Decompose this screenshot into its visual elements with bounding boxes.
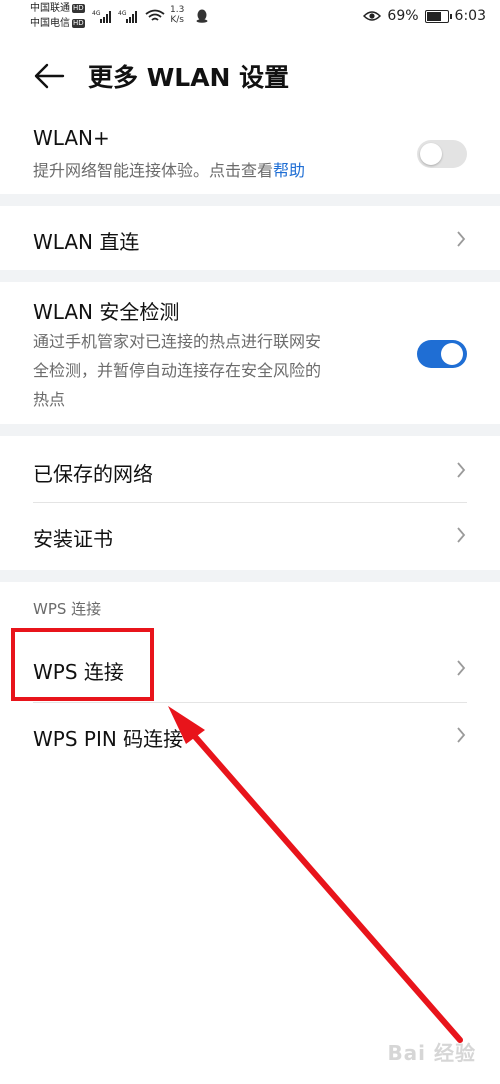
chevron-right-icon: [457, 231, 466, 247]
wps-section-header: WPS 连接: [33, 600, 102, 618]
svg-text:4G: 4G: [92, 10, 101, 17]
wlan-security-subtitle: 通过手机管家对已连接的热点进行联网安 全检测，并暂停自动连接存在安全风险的 热点: [33, 332, 322, 409]
section-gap: [0, 270, 500, 282]
saved-networks-title: 已保存的网络: [33, 462, 153, 486]
wps-pin-row[interactable]: WPS PIN 码连接: [0, 703, 500, 769]
signal-4g-icon: 4G: [92, 10, 111, 23]
back-arrow-icon[interactable]: [33, 62, 65, 90]
wlan-direct-row[interactable]: WLAN 直连: [0, 206, 500, 270]
wlan-direct-title: WLAN 直连: [33, 230, 140, 254]
wlan-security-title: WLAN 安全检测: [33, 300, 180, 324]
network-settings-group: 已保存的网络 安装证书: [0, 436, 500, 570]
network-speed: 1.3 K/s: [170, 5, 185, 25]
qq-icon: [196, 9, 208, 23]
carrier-1: 中国联通 HD: [30, 3, 85, 14]
page-title: 更多 WLAN 设置: [88, 63, 290, 92]
highlight-box: [11, 628, 154, 701]
chevron-right-icon: [457, 727, 466, 743]
status-bar: 中国联通 HD 中国电信 HD 4G 4G 1.3 K/s 69% 6:03: [0, 0, 500, 36]
install-certificate-title: 安装证书: [33, 527, 113, 551]
wlan-plus-title: WLAN+: [33, 126, 110, 150]
saved-networks-row[interactable]: 已保存的网络: [0, 436, 500, 502]
wlan-security-toggle[interactable]: [417, 340, 467, 368]
install-certificate-row[interactable]: 安装证书: [0, 503, 500, 570]
watermark: Bai 经验: [387, 1041, 476, 1065]
signal-4g-icon: 4G: [118, 10, 137, 23]
battery-percent: 69%: [387, 8, 419, 24]
section-gap: [0, 570, 500, 582]
wlan-plus-toggle[interactable]: [417, 140, 467, 168]
battery-icon: [424, 9, 452, 23]
svg-text:4G: 4G: [118, 10, 127, 17]
help-link[interactable]: 帮助: [273, 161, 305, 180]
wlan-plus-row[interactable]: WLAN+ 提升网络智能连接体验。点击查看帮助: [0, 118, 500, 194]
wifi-icon: [145, 9, 165, 21]
app-header: 更多 WLAN 设置: [0, 50, 500, 106]
section-gap: [0, 194, 500, 206]
section-gap: [0, 424, 500, 436]
clock: 6:03: [454, 8, 486, 24]
chevron-right-icon: [457, 527, 466, 543]
wlan-plus-subtitle: 提升网络智能连接体验。点击查看帮助: [33, 161, 306, 180]
wps-pin-title: WPS PIN 码连接: [33, 727, 184, 751]
chevron-right-icon: [457, 462, 466, 478]
chevron-right-icon: [457, 660, 466, 676]
eye-comfort-icon: [363, 11, 382, 21]
wlan-security-row[interactable]: WLAN 安全检测 通过手机管家对已连接的热点进行联网安 全检测，并暂停自动连接…: [0, 282, 500, 424]
carrier-2: 中国电信 HD: [30, 18, 85, 29]
